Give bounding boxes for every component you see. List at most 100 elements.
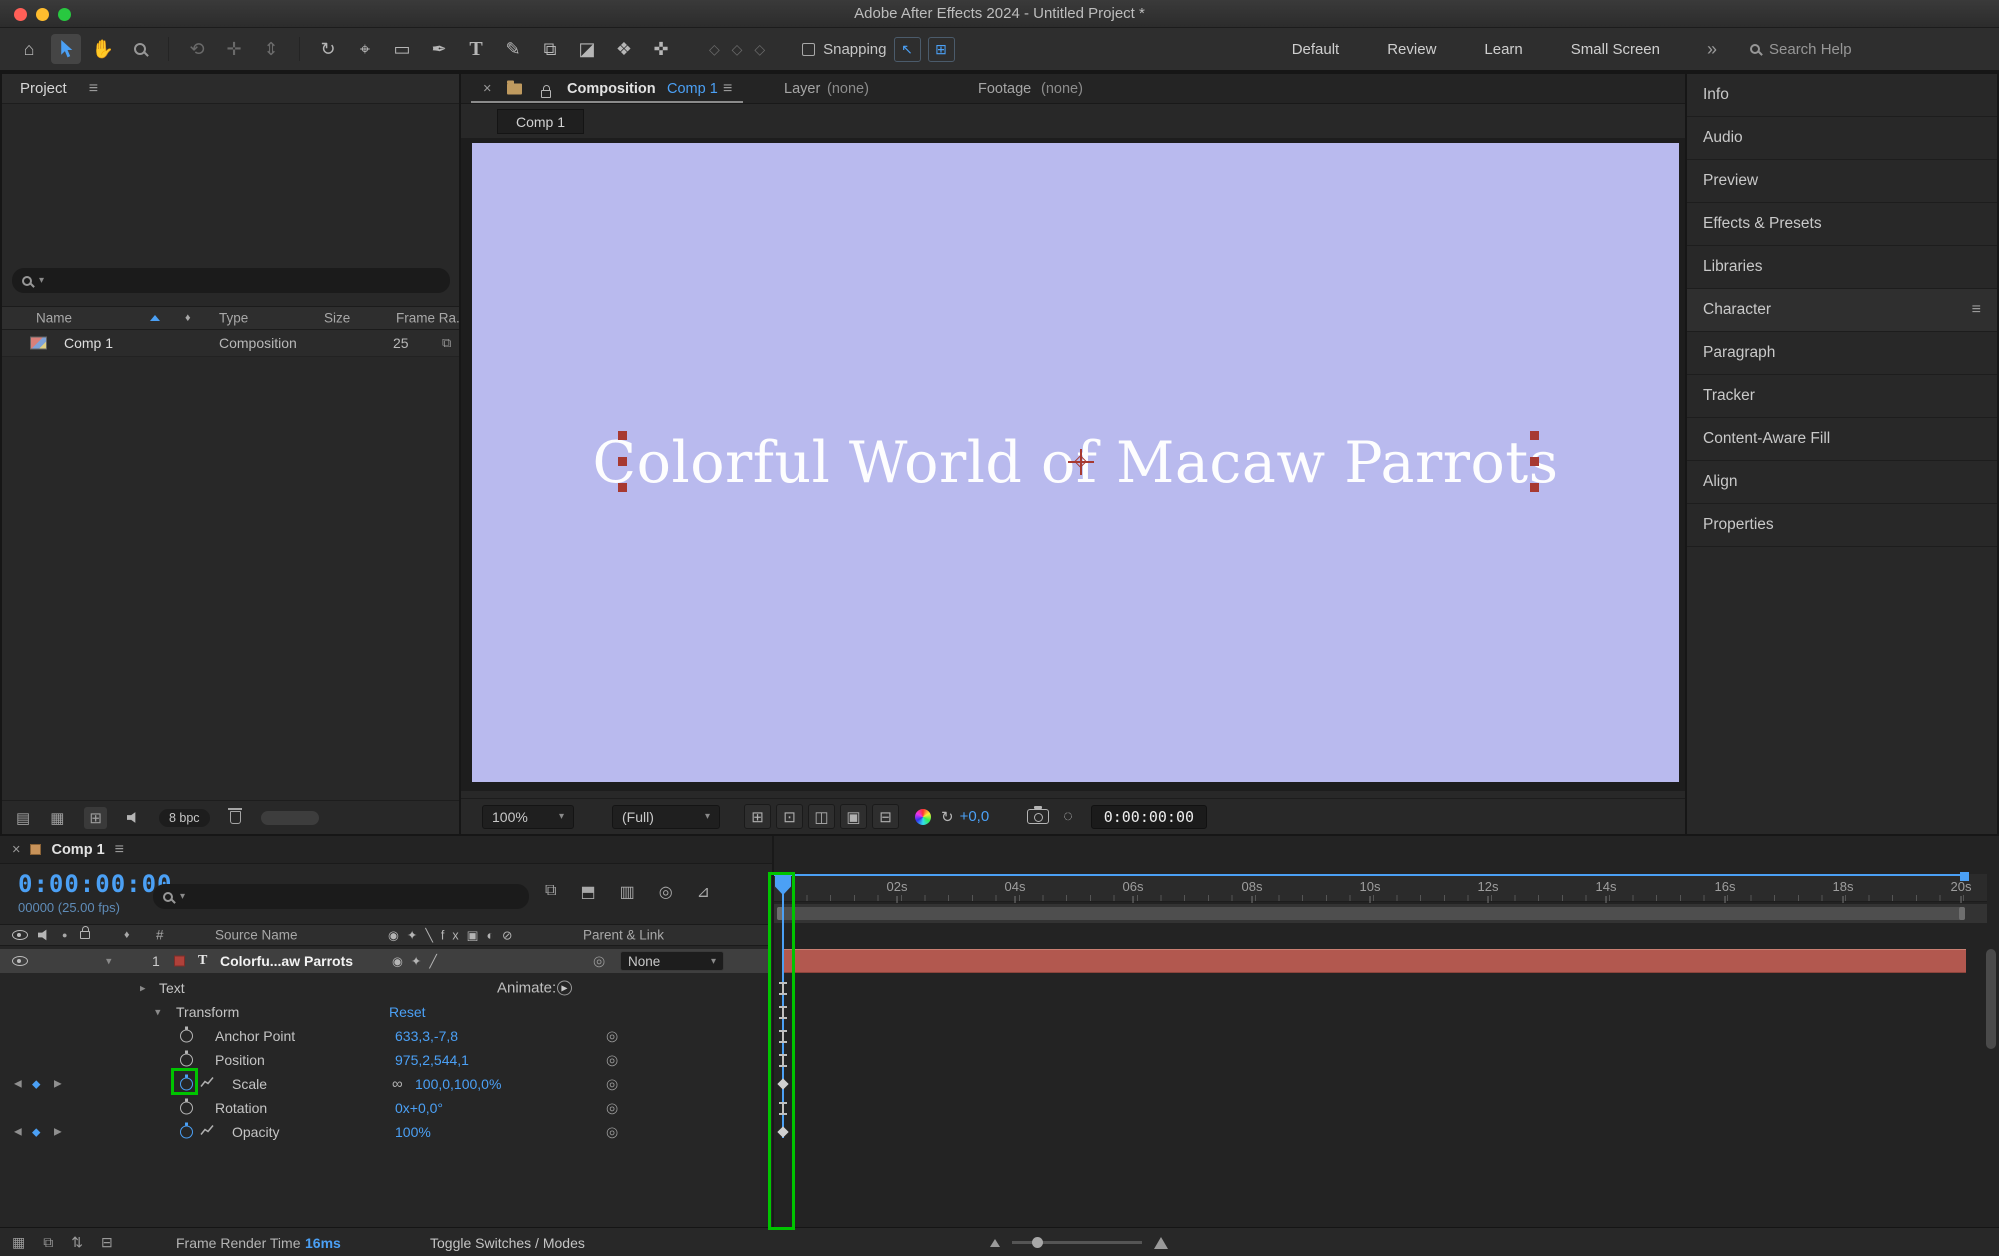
- workspace-default[interactable]: Default: [1292, 41, 1340, 58]
- scale-keyframe-icon[interactable]: [777, 1078, 789, 1090]
- zoom-dropdown[interactable]: 100% ▾: [482, 804, 574, 829]
- exposure-value[interactable]: +0,0: [960, 808, 990, 825]
- project-search-input[interactable]: [51, 272, 440, 289]
- minimize-window-button[interactable]: [36, 8, 49, 21]
- column-name[interactable]: Name: [36, 311, 72, 326]
- detail-view-icon[interactable]: ⊞: [84, 806, 107, 829]
- layer-row[interactable]: ▾ 1 T Colorfu...aw Parrots ◉✦╱ ◎ None ▾: [0, 949, 770, 973]
- orbit-camera-tool[interactable]: ⟲: [182, 34, 212, 64]
- viewer-menu-icon[interactable]: ≡: [723, 80, 732, 98]
- zoom-in-mountain-icon[interactable]: [1154, 1236, 1168, 1249]
- parent-link-column[interactable]: Parent & Link: [583, 928, 664, 943]
- reset-link[interactable]: Reset: [389, 1004, 426, 1020]
- zoom-slider-handle[interactable]: [1032, 1237, 1043, 1248]
- timeline-pan-bar[interactable]: [774, 874, 1966, 876]
- in-out-panes-icon[interactable]: ⊟: [101, 1234, 113, 1251]
- viewer-canvas[interactable]: Colorful World of Macaw Parrots: [461, 138, 1685, 791]
- panel-tab-character[interactable]: Character ≡: [1687, 289, 1997, 332]
- pan-behind-tool[interactable]: ⌖: [350, 34, 380, 64]
- stopwatch-icon[interactable]: [180, 1026, 193, 1043]
- rectangle-tool[interactable]: ▭: [387, 34, 417, 64]
- project-item-row[interactable]: Comp 1 Composition 25 ⧉: [2, 330, 459, 357]
- layer-switches-header-icons[interactable]: ◉✦╲fx▣◐⊘: [388, 928, 520, 943]
- home-icon[interactable]: ⌂: [14, 34, 44, 64]
- roto-brush-tool[interactable]: ❖: [609, 34, 639, 64]
- previous-keyframe-icon[interactable]: ◀: [14, 1127, 22, 1138]
- zoom-out-mountain-icon[interactable]: [990, 1238, 1000, 1247]
- graph-editor-set-icon[interactable]: [200, 1124, 214, 1141]
- eraser-tool[interactable]: ◪: [572, 34, 602, 64]
- stopwatch-icon[interactable]: [180, 1074, 193, 1091]
- source-name-column[interactable]: Source Name: [215, 928, 298, 943]
- pen-tool[interactable]: ✒: [424, 34, 454, 64]
- project-tab[interactable]: Project: [20, 80, 67, 97]
- reset-exposure-icon[interactable]: ↻: [941, 808, 954, 826]
- thumbnail-view-icon[interactable]: ▦: [50, 809, 64, 827]
- panel-tab-paragraph[interactable]: Paragraph: [1687, 332, 1997, 375]
- property-value[interactable]: 0x+0,0°: [395, 1100, 443, 1116]
- rotation-tool[interactable]: ↻: [313, 34, 343, 64]
- property-label[interactable]: Opacity: [232, 1124, 279, 1140]
- workspace-overflow-icon[interactable]: »: [1707, 39, 1717, 60]
- brush-tool[interactable]: ✎: [498, 34, 528, 64]
- lock-icon[interactable]: [541, 84, 551, 98]
- toggle-switches-modes-button[interactable]: Toggle Switches / Modes: [430, 1228, 585, 1256]
- pickwhip-icon[interactable]: ◎: [606, 1028, 618, 1045]
- property-label[interactable]: Anchor Point: [215, 1028, 295, 1044]
- collapse-caret-icon[interactable]: ▾: [155, 1006, 161, 1019]
- time-ruler[interactable]: 02s 04s 06s 08s 10s 12s 14s 16s 18s 20s: [774, 874, 1987, 903]
- panel-menu-icon[interactable]: ≡: [1972, 301, 1981, 319]
- work-area-bar[interactable]: [777, 907, 1965, 920]
- property-value[interactable]: 633,3,-7,8: [395, 1028, 458, 1044]
- layer-label-color-chip[interactable]: [174, 955, 185, 967]
- hand-tool[interactable]: ✋: [88, 34, 118, 64]
- layer-name[interactable]: Colorfu...aw Parrots: [220, 953, 353, 969]
- graph-editor-set-icon[interactable]: [200, 1076, 214, 1093]
- timeline-pan-bar-end[interactable]: [1960, 872, 1969, 881]
- trash-icon[interactable]: [227, 808, 242, 824]
- timeline-menu-icon[interactable]: ≡: [115, 841, 124, 859]
- property-label[interactable]: Scale: [232, 1076, 267, 1092]
- shy-layers-icon[interactable]: ⧉: [43, 1234, 53, 1251]
- selection-handle[interactable]: [1530, 431, 1539, 440]
- column-frame-rate[interactable]: Frame Ra...: [396, 311, 459, 326]
- layer-duration-bar[interactable]: [783, 949, 1966, 973]
- property-value[interactable]: 975,2,544,1: [395, 1052, 469, 1068]
- axis-mode-buttons[interactable]: ◇ ◇ ◇: [709, 41, 769, 58]
- graph-editor-icon[interactable]: ⊿: [697, 882, 710, 902]
- rulers-icon[interactable]: ⊟: [872, 804, 899, 829]
- pickwhip-icon[interactable]: ◎: [606, 1052, 618, 1069]
- layer-visibility-eye-icon[interactable]: [12, 956, 28, 966]
- property-value[interactable]: 100,0,100,0%: [415, 1076, 501, 1092]
- show-snapshot-icon[interactable]: ◌: [1063, 808, 1073, 826]
- snapping-checkbox[interactable]: [802, 42, 816, 56]
- opacity-keyframe-icon[interactable]: [777, 1126, 789, 1138]
- search-options-caret-icon[interactable]: ▾: [39, 275, 44, 286]
- list-view-icon[interactable]: ▤: [16, 809, 30, 827]
- zoom-slider-track[interactable]: [1012, 1237, 1142, 1248]
- selection-handle[interactable]: [618, 431, 627, 440]
- column-size[interactable]: Size: [324, 311, 350, 326]
- snap-features-toggle-icon[interactable]: ⊞: [927, 36, 955, 62]
- panel-tab-info[interactable]: Info: [1687, 74, 1997, 117]
- add-keyframe-icon[interactable]: ◆: [32, 1126, 40, 1139]
- layer-switch-icons[interactable]: ◉✦╱: [392, 954, 445, 969]
- panel-tab-content-aware-fill[interactable]: Content-Aware Fill: [1687, 418, 1997, 461]
- timeline-search-input[interactable]: [192, 888, 519, 905]
- stopwatch-icon[interactable]: [180, 1050, 193, 1067]
- motion-blur-icon[interactable]: ◎: [659, 882, 673, 902]
- previous-keyframe-icon[interactable]: ◀: [14, 1079, 22, 1090]
- viewer-timecode[interactable]: 0:00:00:00: [1090, 804, 1208, 829]
- tab-layer-label[interactable]: Layer: [784, 81, 820, 97]
- selection-tool[interactable]: [51, 34, 81, 64]
- clone-stamp-tool[interactable]: ⧉: [535, 34, 565, 64]
- property-value[interactable]: 100%: [395, 1124, 431, 1140]
- composition-canvas[interactable]: Colorful World of Macaw Parrots: [472, 143, 1679, 782]
- label-column-icon[interactable]: ♦: [185, 312, 191, 324]
- channel-wheel-icon[interactable]: [915, 808, 931, 825]
- group-label[interactable]: Text: [159, 980, 185, 996]
- current-time-display[interactable]: 0:00:00:00: [18, 870, 173, 898]
- item-name[interactable]: Comp 1: [64, 335, 113, 351]
- selection-handle[interactable]: [618, 483, 627, 492]
- pickwhip-icon[interactable]: ◎: [606, 1076, 618, 1093]
